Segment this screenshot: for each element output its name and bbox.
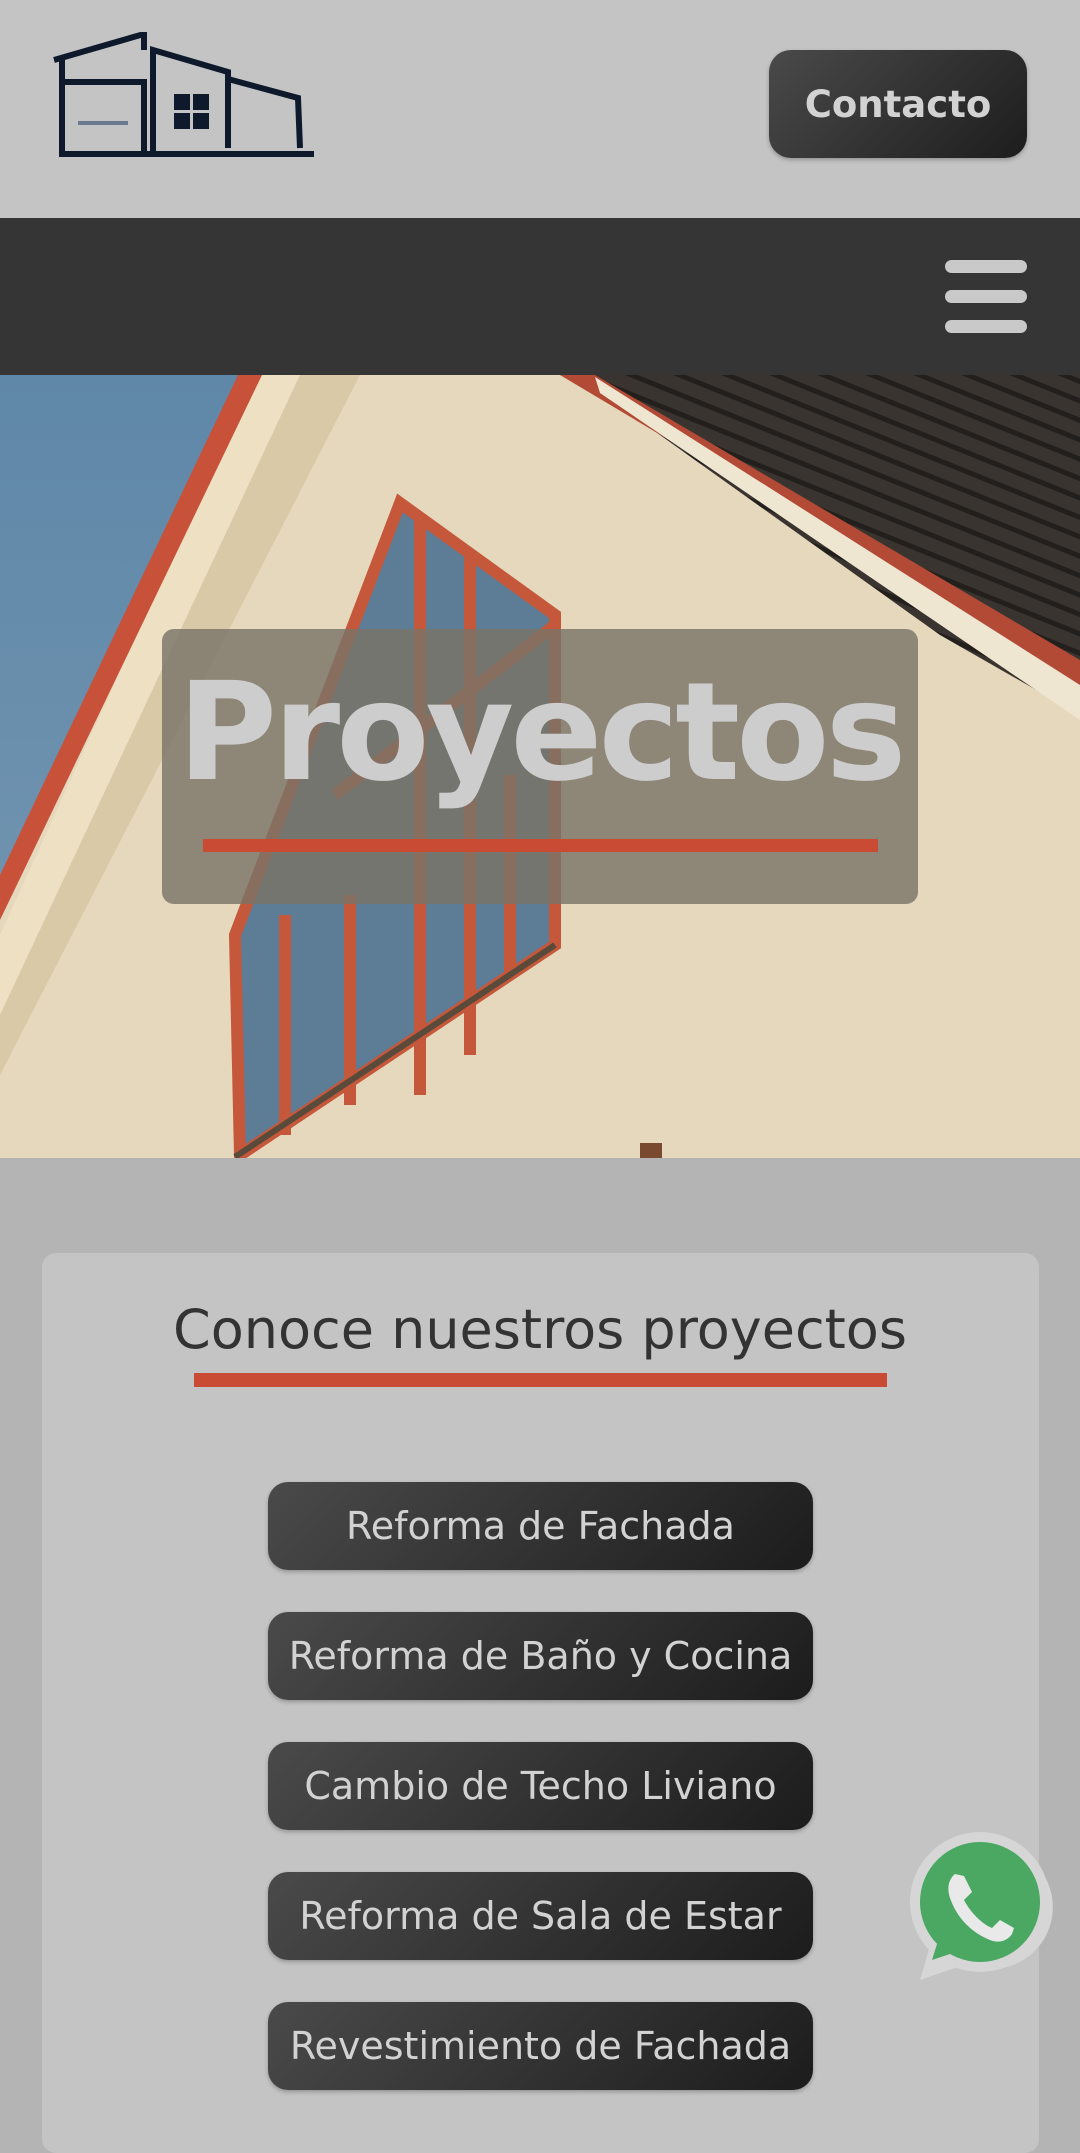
section-title: Conoce nuestros proyectos — [173, 1298, 907, 1361]
project-button-reforma-fachada[interactable]: Reforma de Fachada — [268, 1482, 813, 1570]
title-underline — [203, 839, 878, 852]
house-logo-icon[interactable] — [52, 32, 318, 160]
project-button-techo-liviano[interactable]: Cambio de Techo Liviano — [268, 1742, 813, 1830]
whatsapp-icon[interactable] — [900, 1828, 1056, 1988]
contact-button[interactable]: Contacto — [769, 50, 1027, 158]
project-button-sala-estar[interactable]: Reforma de Sala de Estar — [268, 1872, 813, 1960]
nav-bar — [0, 218, 1080, 375]
hamburger-menu-icon[interactable] — [945, 258, 1027, 334]
section-title-underline — [194, 1373, 887, 1387]
project-button-revestimiento-fachada[interactable]: Revestimiento de Fachada — [268, 2002, 813, 2090]
project-button-bano-cocina[interactable]: Reforma de Baño y Cocina — [268, 1612, 813, 1700]
page-title: Proyectos — [177, 654, 906, 812]
site-header: Contacto — [0, 0, 1080, 218]
